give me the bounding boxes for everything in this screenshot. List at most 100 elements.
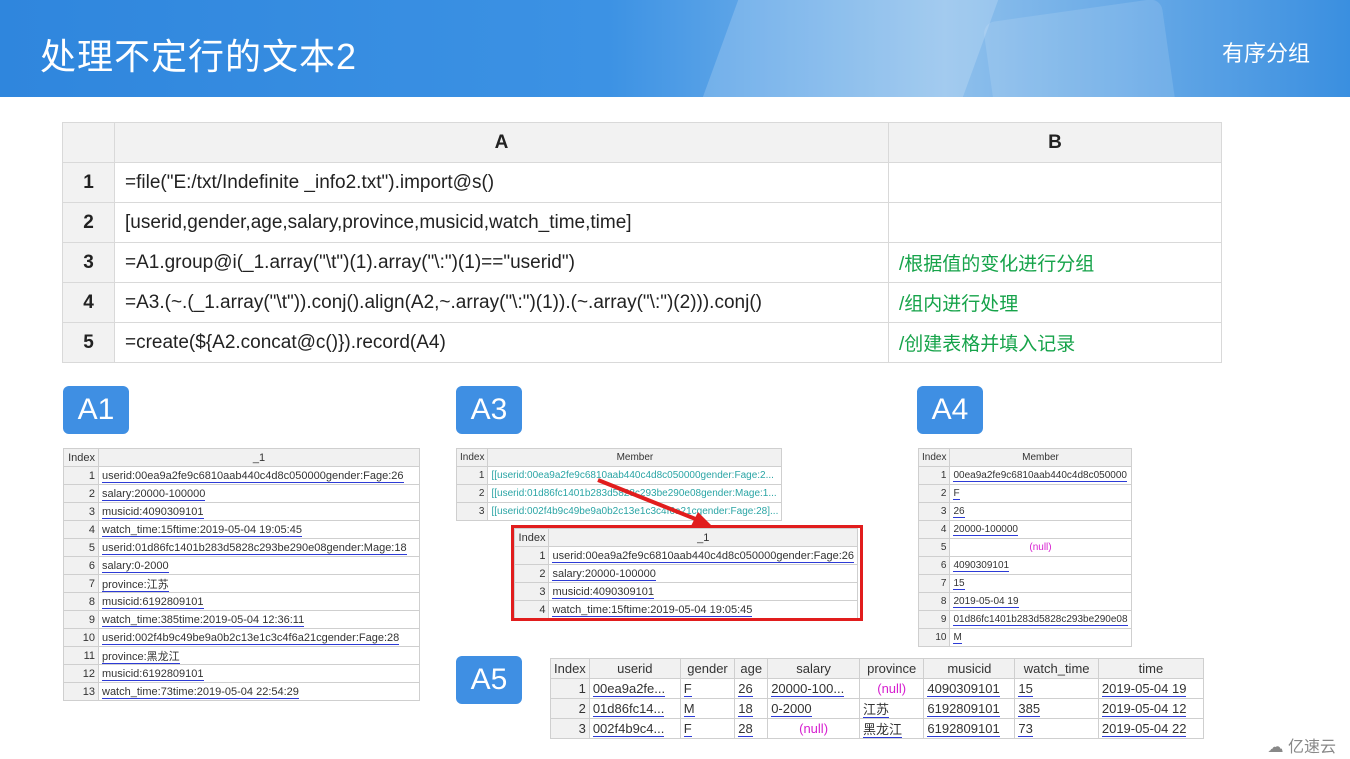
table-cell[interactable]: M xyxy=(679,698,736,719)
table-cell[interactable]: 20000-100000 xyxy=(949,520,1132,539)
cell-a5[interactable]: =create(${A2.concat@c()}).record(A4) xyxy=(114,322,889,363)
table-row[interactable]: 7 15 xyxy=(917,574,1132,593)
table-row[interactable]: 11 province:黑龙江 xyxy=(63,646,420,665)
cell-link[interactable]: 4090309101 xyxy=(953,560,1010,572)
table-cell[interactable]: 28 xyxy=(734,718,769,739)
cell-link[interactable]: 01d86fc14... xyxy=(592,701,665,717)
row-number[interactable]: 3 xyxy=(62,242,115,283)
cell-link[interactable]: watch_time:15ftime:2019-05-04 19:05:45 xyxy=(102,523,302,537)
table-cell[interactable]: 15 xyxy=(1014,678,1099,699)
table-cell[interactable]: musicid:6192809101 xyxy=(98,592,420,611)
cell-link[interactable]: M xyxy=(683,701,695,717)
table-row[interactable]: 8 2019-05-04 19 xyxy=(917,592,1132,611)
table-row[interactable]: 5 userid:01d86fc1401b283d5828c293be290e08… xyxy=(63,538,420,557)
table-cell[interactable]: 6192809101 xyxy=(923,718,1016,739)
table-row[interactable]: 4 20000-100000 xyxy=(917,520,1132,539)
cell-link[interactable]: 0-2000 xyxy=(771,701,812,717)
table-cell[interactable]: 4090309101 xyxy=(949,556,1132,575)
table-cell[interactable]: 2019-05-04 22 xyxy=(1097,718,1205,739)
table-cell[interactable]: F xyxy=(679,678,736,699)
cell-b3[interactable]: /根据值的变化进行分组 xyxy=(888,242,1222,283)
table-row[interactable]: 6 salary:0-2000 xyxy=(63,556,420,575)
cell-a1[interactable]: =file("E:/txt/Indefinite _info2.txt").im… xyxy=(114,162,889,203)
cell-link[interactable]: watch_time:385time:2019-05-04 12:36:11 xyxy=(102,613,305,627)
cell-a2[interactable]: [userid,gender,age,salary,province,music… xyxy=(114,202,889,243)
cell-link[interactable]: 18 xyxy=(738,701,753,717)
cell-link[interactable]: 20000-100000 xyxy=(953,524,1018,536)
table-cell[interactable]: 0-2000 xyxy=(767,698,860,719)
table-row[interactable]: 12 musicid:6192809101 xyxy=(63,664,420,683)
table-row[interactable]: 4 watch_time:15ftime:2019-05-04 19:05:45 xyxy=(63,520,420,539)
table-cell[interactable]: 2019-05-04 12 xyxy=(1097,698,1205,719)
cell-link[interactable]: salary:0-2000 xyxy=(102,559,169,573)
table-cell[interactable]: 黑龙江 xyxy=(858,718,925,739)
null-cell[interactable]: (null) xyxy=(949,538,1132,557)
cell-b2[interactable] xyxy=(888,202,1222,243)
table-cell[interactable]: province:黑龙江 xyxy=(98,646,420,665)
table-cell[interactable]: 01d86fc14... xyxy=(588,698,681,719)
row-number[interactable]: 5 xyxy=(62,322,115,363)
table-cell[interactable]: 4090309101 xyxy=(923,678,1016,699)
table-row[interactable]: 2 salary:20000-100000 xyxy=(63,484,420,503)
table-cell[interactable]: userid:002f4b9c49be9a0b2c13e1c3c4f6a21cg… xyxy=(98,628,420,647)
table-cell[interactable]: 20000-100... xyxy=(767,678,860,699)
cell-b4[interactable]: /组内进行处理 xyxy=(888,282,1222,323)
table-cell[interactable]: province:江苏 xyxy=(98,574,420,593)
null-cell[interactable]: (null) xyxy=(858,678,925,699)
cell-link[interactable]: 6192809101 xyxy=(927,701,1000,717)
cell-link[interactable]: 01d86fc1401b283d5828c293be290e08 xyxy=(953,614,1128,626)
cell-b5[interactable]: /创建表格并填入记录 xyxy=(888,322,1222,363)
cell-link[interactable]: 385 xyxy=(1018,701,1041,717)
row-number[interactable]: 2 xyxy=(62,202,115,243)
table-row[interactable]: 2 01d86fc14... M 18 0-2000 江苏 6192809101… xyxy=(550,698,1205,719)
column-header-a[interactable]: A xyxy=(114,122,889,163)
table-cell[interactable]: 385 xyxy=(1014,698,1099,719)
table-cell[interactable]: 73 xyxy=(1014,718,1099,739)
table-cell[interactable]: M xyxy=(949,628,1132,647)
table-row[interactable]: 5 (null) xyxy=(917,538,1132,557)
table-row[interactable]: 7 province:江苏 xyxy=(63,574,420,593)
table-cell[interactable]: 18 xyxy=(734,698,769,719)
cell-link[interactable]: 黑龙江 xyxy=(862,722,902,738)
table-cell[interactable]: 00ea9a2fe... xyxy=(588,678,681,699)
cell-link[interactable]: F xyxy=(683,721,692,737)
cell-link[interactable]: 73 xyxy=(1018,721,1033,737)
table-cell[interactable]: userid:00ea9a2fe9c6810aab440c4d8c050000g… xyxy=(98,466,420,485)
cell-link[interactable]: 20000-100... xyxy=(771,681,845,697)
cell-link[interactable]: 002f4b9c4... xyxy=(592,721,665,737)
table-cell[interactable]: watch_time:385time:2019-05-04 12:36:11 xyxy=(98,610,420,629)
cell-link[interactable]: musicid:4090309101 xyxy=(102,505,204,519)
cell-link[interactable]: province:黑龙江 xyxy=(102,650,180,664)
cell-link[interactable]: watch_time:73time:2019-05-04 22:54:29 xyxy=(102,685,299,699)
cell-link[interactable]: 15 xyxy=(953,578,965,590)
row-number[interactable]: 1 xyxy=(62,162,115,203)
cell-link[interactable]: userid:00ea9a2fe9c6810aab440c4d8c050000g… xyxy=(102,469,404,483)
table-row[interactable]: 1 00ea9a2fe... F 26 20000-100... (null) … xyxy=(550,678,1205,699)
cell-link[interactable]: 26 xyxy=(953,506,965,518)
cell-link[interactable]: 28 xyxy=(738,721,753,737)
cell-link[interactable]: 2019-05-04 19 xyxy=(953,596,1019,608)
cell-link[interactable]: 00ea9a2fe9c6810aab440c4d8c050000 xyxy=(953,470,1127,482)
table-row[interactable]: 6 4090309101 xyxy=(917,556,1132,575)
cell-link[interactable]: province:江苏 xyxy=(102,578,169,592)
table-row[interactable]: 1 00ea9a2fe9c6810aab440c4d8c050000 xyxy=(917,466,1132,485)
table-cell[interactable]: 2019-05-04 19 xyxy=(1097,678,1205,699)
cell-link[interactable]: F xyxy=(953,488,960,500)
table-row[interactable]: 3 musicid:4090309101 xyxy=(63,502,420,521)
row-number[interactable]: 4 xyxy=(62,282,115,323)
table-row[interactable]: 9 watch_time:385time:2019-05-04 12:36:11 xyxy=(63,610,420,629)
cell-link[interactable]: 2019-05-04 19 xyxy=(1101,681,1187,697)
cell-link[interactable]: musicid:6192809101 xyxy=(102,595,204,609)
table-cell[interactable]: F xyxy=(679,718,736,739)
table-row[interactable]: 13 watch_time:73time:2019-05-04 22:54:29 xyxy=(63,682,420,701)
table-cell[interactable]: musicid:6192809101 xyxy=(98,664,420,683)
cell-link[interactable]: 4090309101 xyxy=(927,681,1000,697)
table-cell[interactable]: 15 xyxy=(949,574,1132,593)
cell-link[interactable]: 00ea9a2fe... xyxy=(592,681,666,697)
table-cell[interactable]: 26 xyxy=(949,502,1132,521)
table-cell[interactable]: musicid:4090309101 xyxy=(98,502,420,521)
table-row[interactable]: 1 userid:00ea9a2fe9c6810aab440c4d8c050000… xyxy=(63,466,420,485)
cell-b1[interactable] xyxy=(888,162,1222,203)
cell-link[interactable]: userid:002f4b9c49be9a0b2c13e1c3c4f6a21cg… xyxy=(102,631,400,645)
table-cell[interactable]: salary:20000-100000 xyxy=(98,484,420,503)
